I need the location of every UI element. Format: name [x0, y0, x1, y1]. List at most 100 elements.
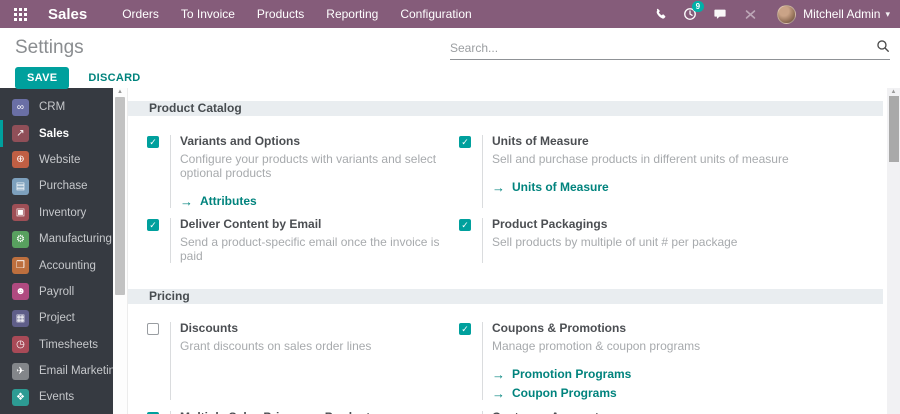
- attributes-link[interactable]: →Attributes: [180, 195, 459, 208]
- setting-title: Variants and Options: [180, 135, 459, 148]
- sidebar-item-label: Inventory: [39, 207, 86, 219]
- check-icon: ✓: [461, 137, 469, 147]
- sidebar-item-inventory[interactable]: ▣ Inventory: [0, 200, 113, 226]
- arrow-right-icon: →: [492, 181, 505, 194]
- sidebar-item-accounting[interactable]: ❒ Accounting: [0, 252, 113, 278]
- arrow-right-icon: →: [492, 387, 505, 400]
- units-of-measure-link[interactable]: → Units of Measure: [492, 181, 789, 194]
- check-icon: ✓: [149, 220, 157, 230]
- sidebar-item-label: Accounting: [39, 260, 96, 272]
- events-app-icon: ❖: [12, 389, 29, 406]
- link-label: Promotion Programs: [512, 368, 631, 381]
- sidebar-item-purchase[interactable]: ▤ Purchase: [0, 173, 113, 199]
- messages-icon[interactable]: [705, 7, 735, 21]
- check-icon: ✓: [461, 324, 469, 334]
- check-icon: ✓: [461, 220, 469, 230]
- link-label: Attributes: [200, 195, 257, 208]
- purchase-app-icon: ▤: [12, 178, 29, 195]
- app-name[interactable]: Sales: [48, 6, 87, 23]
- sidebar-item-label: Events: [39, 391, 74, 403]
- link-label: Coupon Programs: [512, 387, 617, 400]
- variants-checkbox[interactable]: ✓: [147, 136, 159, 148]
- search-bar: [450, 37, 890, 60]
- sales-app-icon: ↗: [12, 125, 29, 142]
- email-marketing-app-icon: ✈: [12, 363, 29, 380]
- menu-products[interactable]: Products: [246, 0, 315, 28]
- scrollbar-thumb[interactable]: [115, 97, 125, 295]
- chevron-down-icon: ▾: [885, 9, 890, 20]
- user-avatar[interactable]: [777, 5, 796, 24]
- sidebar-item-label: Email Marketing: [39, 365, 113, 377]
- sidebar-item-label: Purchase: [39, 180, 88, 192]
- scroll-up-icon[interactable]: ▲: [113, 89, 127, 96]
- setting-title: Product Packagings: [492, 218, 737, 231]
- discounts-checkbox[interactable]: [147, 323, 159, 335]
- manufacturing-app-icon: ⚙: [12, 231, 29, 248]
- search-input[interactable]: [450, 41, 876, 55]
- page-body: ∞ CRM ↗ Sales ⊕ Website ▤ Purchase ▣ Inv…: [0, 88, 900, 414]
- sidebar-item-label: Timesheets: [39, 339, 98, 351]
- menu-to-invoice[interactable]: To Invoice: [170, 0, 246, 28]
- apps-menu-icon[interactable]: [14, 8, 27, 21]
- coupons-checkbox[interactable]: ✓: [459, 323, 471, 335]
- sidebar-item-label: CRM: [39, 101, 65, 113]
- content-scrollbar[interactable]: ▲: [887, 88, 900, 414]
- setting-units-of-measure: ✓ Units of Measure Sell and purchase pro…: [459, 135, 883, 208]
- activities-clock-icon[interactable]: 9: [675, 7, 705, 21]
- sidebar-item-crm[interactable]: ∞ CRM: [0, 94, 113, 120]
- sidebar-item-sales[interactable]: ↗ Sales: [0, 120, 113, 146]
- sidebar-item-label: Website: [39, 154, 80, 166]
- accounting-app-icon: ❒: [12, 257, 29, 274]
- inventory-app-icon: ▣: [12, 204, 29, 221]
- packagings-checkbox[interactable]: ✓: [459, 219, 471, 231]
- deliver-content-checkbox[interactable]: ✓: [147, 219, 159, 231]
- setting-title: Coupons & Promotions: [492, 322, 700, 335]
- scrollbar-thumb[interactable]: [889, 96, 899, 162]
- sidebar-scrollbar[interactable]: ▲: [113, 88, 128, 414]
- sidebar-item-project[interactable]: ▦ Project: [0, 305, 113, 331]
- settings-content: Product Catalog ✓ Variants and Options C…: [128, 88, 887, 414]
- scroll-up-icon[interactable]: ▲: [887, 89, 900, 96]
- discard-button[interactable]: DISCARD: [88, 72, 140, 84]
- sidebar-item-email-marketing[interactable]: ✈ Email Marketing: [0, 358, 113, 384]
- settings-row: Discounts Grant discounts on sales order…: [128, 304, 883, 406]
- sidebar-item-label: Manufacturing: [39, 233, 112, 245]
- sidebar-item-events[interactable]: ❖ Events: [0, 384, 113, 410]
- menu-configuration[interactable]: Configuration: [389, 0, 482, 28]
- settings-sidebar: ∞ CRM ↗ Sales ⊕ Website ▤ Purchase ▣ Inv…: [0, 88, 113, 414]
- setting-coupons-promotions: ✓ Coupons & Promotions Manage promotion …: [459, 322, 883, 400]
- project-app-icon: ▦: [12, 310, 29, 327]
- setting-title: Discounts: [180, 322, 371, 335]
- setting-discounts: Discounts Grant discounts on sales order…: [147, 322, 459, 400]
- arrow-right-icon: →: [492, 368, 505, 381]
- crm-app-icon: ∞: [12, 99, 29, 116]
- setting-description: Send a product-specific email once the i…: [180, 235, 459, 263]
- sidebar-item-manufacturing[interactable]: ⚙ Manufacturing: [0, 226, 113, 252]
- promotion-programs-link[interactable]: → Promotion Programs: [492, 368, 700, 381]
- phone-icon[interactable]: [645, 8, 675, 21]
- menu-reporting[interactable]: Reporting: [315, 0, 389, 28]
- sidebar-item-payroll[interactable]: ☻ Payroll: [0, 279, 113, 305]
- settings-row: ✓ Variants and Options Configure your pr…: [128, 116, 883, 213]
- coupon-programs-link[interactable]: → Coupon Programs: [492, 387, 700, 400]
- section-pricing: Pricing: [128, 289, 883, 304]
- search-icon[interactable]: [876, 39, 890, 58]
- payroll-app-icon: ☻: [12, 283, 29, 300]
- setting-variants-and-options: ✓ Variants and Options Configure your pr…: [147, 135, 459, 208]
- sidebar-item-website[interactable]: ⊕ Website: [0, 147, 113, 173]
- timesheets-app-icon: ◷: [12, 336, 29, 353]
- save-button[interactable]: SAVE: [15, 67, 69, 89]
- setting-title: Deliver Content by Email: [180, 218, 459, 231]
- user-menu[interactable]: Mitchell Admin: [803, 7, 880, 21]
- menu-orders[interactable]: Orders: [111, 0, 170, 28]
- action-buttons: SAVE DISCARD: [15, 67, 141, 89]
- topbar-systray: 9 Mitchell Admin ▾: [645, 5, 890, 24]
- settings-row: ✓ Deliver Content by Email Send a produc…: [128, 213, 883, 289]
- tools-icon[interactable]: [735, 8, 765, 21]
- uom-checkbox[interactable]: ✓: [459, 136, 471, 148]
- page-title: Settings: [15, 37, 84, 59]
- setting-product-packagings: ✓ Product Packagings Sell products by mu…: [459, 218, 883, 263]
- website-app-icon: ⊕: [12, 151, 29, 168]
- sidebar-item-timesheets[interactable]: ◷ Timesheets: [0, 332, 113, 358]
- link-label: Units of Measure: [512, 181, 609, 194]
